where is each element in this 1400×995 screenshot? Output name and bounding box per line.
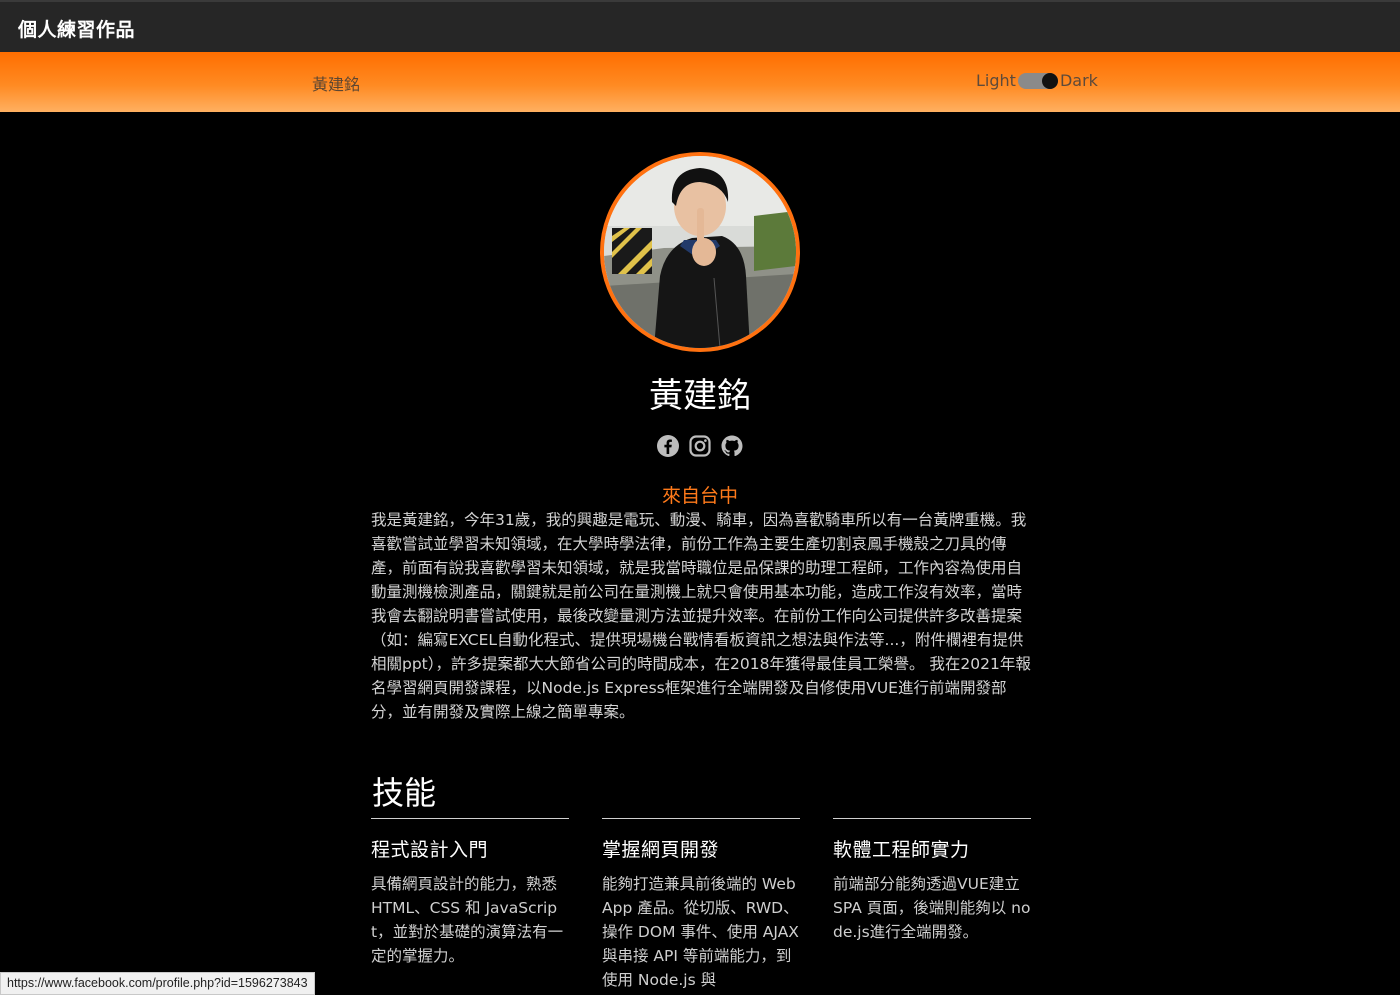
skill-title: 掌握網頁開發 bbox=[602, 839, 720, 861]
profile-avatar bbox=[600, 152, 800, 352]
skill-description: 能夠打造兼具前後端的 Web App 產品。從切版、RWD、操作 DOM 事件、… bbox=[602, 875, 799, 989]
skill-description: 前端部分能夠透過VUE建立 SPA 頁面，後端則能夠以 node.js進行全端開… bbox=[833, 875, 1031, 941]
skill-description: 具備網頁設計的能力，熟悉 HTML、CSS 和 JavaScript，並對於基礎… bbox=[371, 875, 564, 965]
skill-card-programming: 程式設計入門 具備網頁設計的能力，熟悉 HTML、CSS 和 JavaScrip… bbox=[371, 818, 569, 968]
social-links bbox=[656, 434, 744, 458]
skill-title: 程式設計入門 bbox=[371, 839, 489, 861]
sub-navbar: 黃建銘 Light Dark bbox=[0, 52, 1400, 112]
top-navbar: 個人練習作品 bbox=[0, 0, 1400, 52]
profile-name: 黃建銘 bbox=[649, 376, 751, 416]
skill-card-web-dev: 掌握網頁開發 能夠打造兼具前後端的 Web App 產品。從切版、RWD、操作 … bbox=[602, 818, 800, 992]
nav-name-link[interactable]: 黃建銘 bbox=[312, 71, 360, 95]
facebook-icon[interactable] bbox=[656, 434, 680, 458]
theme-switch-track[interactable] bbox=[1017, 72, 1058, 89]
theme-switch-knob[interactable] bbox=[1041, 72, 1058, 89]
skill-card-engineer: 軟體工程師實力 前端部分能夠透過VUE建立 SPA 頁面，後端則能夠以 node… bbox=[833, 818, 1031, 944]
profile-bio: 我是黃建銘，今年31歲，我的興趣是電玩、動漫、騎車，因為喜歡騎車所以有一台黃牌重… bbox=[371, 511, 1031, 721]
brand-title[interactable]: 個人練習作品 bbox=[18, 15, 135, 42]
profile-location: 來自台中 bbox=[661, 485, 738, 507]
skill-title: 軟體工程師實力 bbox=[833, 839, 970, 861]
theme-dark-label: Dark bbox=[1059, 71, 1098, 90]
theme-toggle[interactable]: Light Dark bbox=[976, 71, 1098, 90]
instagram-icon[interactable] bbox=[688, 434, 712, 458]
link-status-bar: https://www.facebook.com/profile.php?id=… bbox=[0, 972, 315, 995]
avatar-photo bbox=[604, 156, 796, 348]
skills-heading: 技能 bbox=[372, 774, 437, 812]
theme-light-label: Light bbox=[976, 71, 1016, 90]
github-icon[interactable] bbox=[720, 434, 744, 458]
